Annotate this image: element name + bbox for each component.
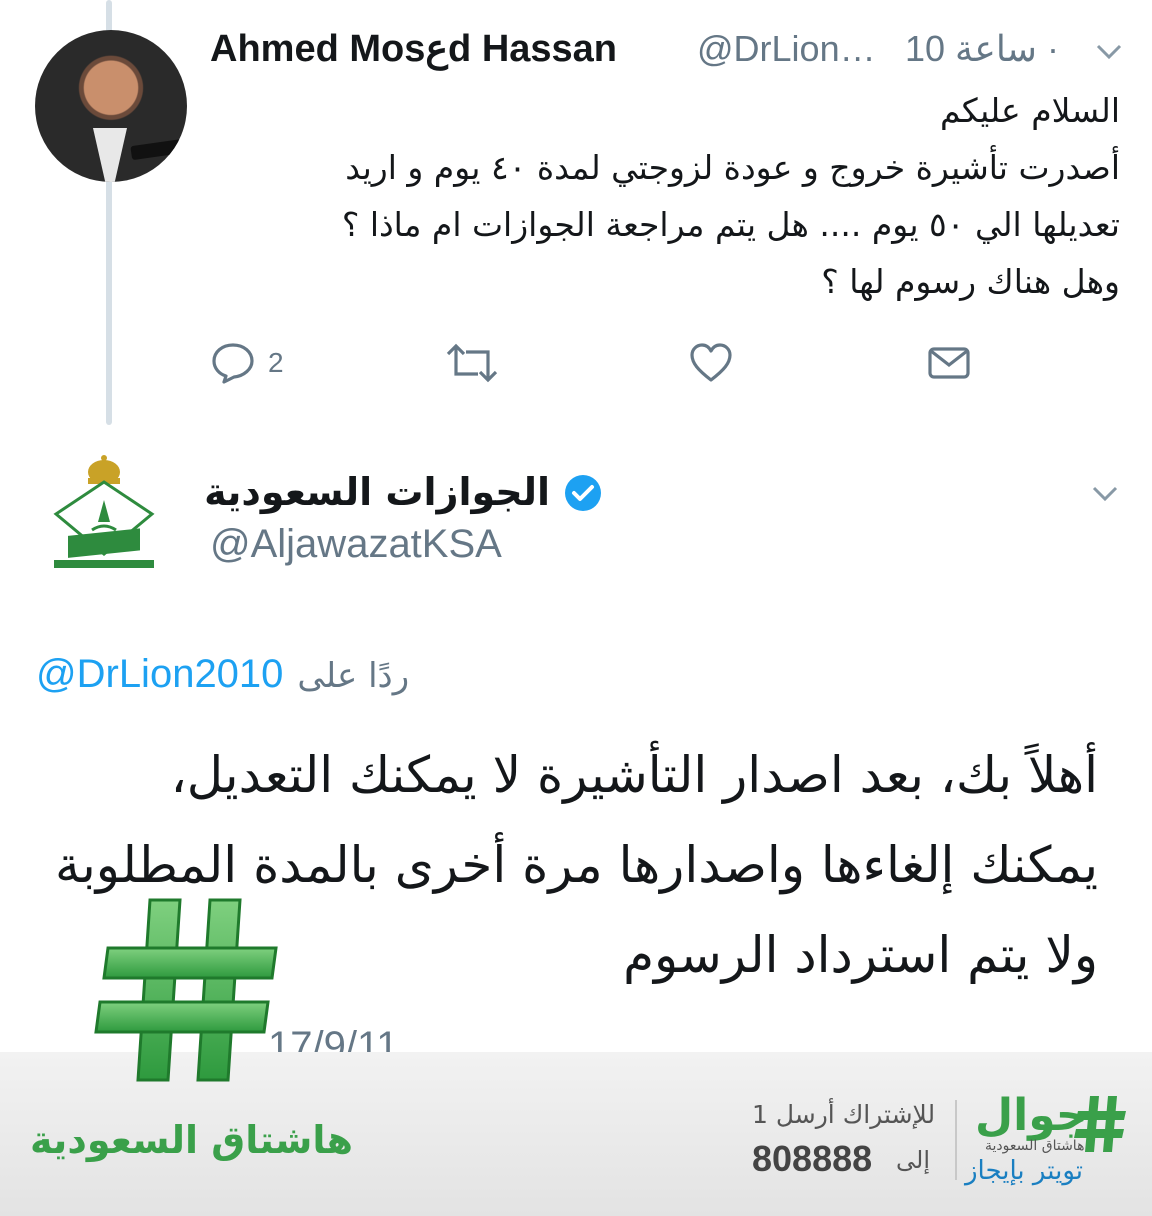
author-handle-2[interactable]: @AljawazatKSA (210, 522, 502, 567)
retweet-button[interactable] (445, 338, 499, 388)
retweet-icon (446, 343, 498, 383)
mail-icon (928, 347, 970, 379)
reply-button[interactable]: 2 (210, 338, 284, 388)
sms-code: 808888 (752, 1138, 873, 1179)
reply-to-label: ردًا على (297, 656, 410, 696)
sms-to-label: إلى (896, 1146, 930, 1174)
author-name[interactable]: Ahmed Mosعd Hassan (210, 26, 617, 71)
reply-to-handle[interactable]: @DrLion2010 (36, 652, 283, 696)
replying-to: @DrLion2010 ردًا على (36, 652, 409, 697)
brand-name: هاشتاق السعودية (30, 1118, 354, 1162)
jawal-tagline: تويتر بإيجاز (965, 1156, 1084, 1186)
author-name-2[interactable]: الجوازات السعودية (204, 470, 550, 514)
subscribe-instruction: للإشتراك أرسل 1 (752, 1100, 936, 1129)
divider (955, 1100, 957, 1180)
like-button[interactable] (688, 338, 734, 388)
jawal-subtitle: هاشتاق السعودية (985, 1138, 1085, 1154)
tweet-text: السلام عليكم أصدرت تأشيرة خروج و عودة لز… (341, 91, 1120, 301)
verified-badge-icon (565, 475, 601, 511)
author-handle[interactable]: @DrLion… (697, 28, 876, 70)
chevron-down-icon[interactable] (1090, 478, 1120, 508)
heart-icon (690, 343, 732, 382)
hashtag-logo-icon (94, 898, 278, 1082)
avatar[interactable] (35, 30, 187, 182)
reply-icon (212, 343, 254, 384)
jawal-logo-text: جوال (975, 1090, 1088, 1141)
tweet-timestamp[interactable]: 10 ساعة · (905, 28, 1059, 70)
chevron-down-icon[interactable] (1094, 36, 1124, 66)
dm-button[interactable] (926, 338, 972, 388)
hashtag-small-icon (1074, 1096, 1126, 1152)
reply-count: 2 (268, 347, 284, 378)
jawazat-logo-icon[interactable] (48, 452, 160, 577)
